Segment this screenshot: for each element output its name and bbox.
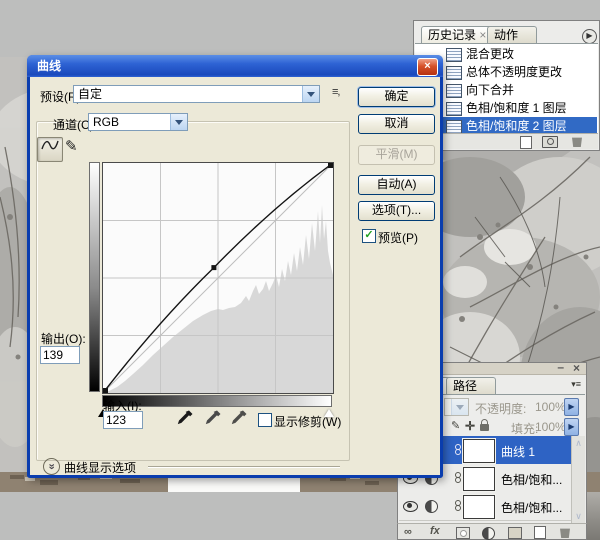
mask-link-icon — [455, 500, 461, 511]
layer-name: 曲线 1 — [501, 443, 535, 460]
layers-scrollbar[interactable]: ∧ ∨ — [571, 436, 585, 523]
opacity-label: 不透明度: — [475, 400, 526, 417]
curve-display-options-expander-icon[interactable]: » — [43, 458, 60, 475]
photoshop-workspace: ▶ 历史记录 × 动作 混合更改 总体不透明度更改 向下合并 色相/饱和度 1 — [0, 0, 600, 540]
dialog-body: 预设(R): 自定 ≡, 确定 取消 平滑(M) 自动(A) 选项(T)... … — [30, 77, 440, 475]
adjustment-layer-icon — [425, 500, 438, 513]
mask-link-icon — [455, 444, 461, 455]
delete-state-icon[interactable] — [572, 136, 582, 147]
close-icon[interactable]: × — [417, 58, 438, 76]
white-point-eyedropper-icon[interactable] — [230, 409, 248, 427]
delete-layer-icon[interactable] — [560, 527, 570, 538]
history-state-row[interactable]: 总体不透明度更改 — [416, 63, 597, 81]
fill-value: 100% — [535, 420, 566, 434]
layer-mask-thumbnail[interactable] — [463, 495, 495, 519]
chevron-down-icon — [170, 114, 187, 130]
output-gradient-bar — [89, 162, 100, 392]
new-document-from-state-icon[interactable] — [520, 136, 532, 149]
history-state-row[interactable]: 色相/饱和度 1 图层 — [416, 99, 597, 117]
tab-close-icon[interactable]: × — [479, 28, 486, 42]
preset-value: 自定 — [78, 87, 102, 101]
history-state-icon — [446, 84, 462, 98]
new-adjustment-layer-icon[interactable] — [482, 527, 495, 540]
fill-slider-arrow-icon[interactable]: ▶ — [564, 418, 579, 436]
new-layer-icon[interactable] — [534, 526, 546, 539]
lock-position-move-icon[interactable]: ✛ — [465, 419, 475, 433]
minimize-icon[interactable]: – — [557, 360, 564, 374]
curve-endpoint-shadow — [103, 388, 108, 393]
output-label: 输出(O): — [41, 330, 86, 347]
layer-style-fx-icon[interactable]: fx — [430, 525, 440, 537]
new-snapshot-icon[interactable] — [542, 136, 558, 148]
add-layer-mask-icon[interactable] — [456, 527, 470, 539]
new-group-folder-icon[interactable] — [508, 527, 522, 539]
curve-control-point — [211, 265, 216, 270]
cancel-button[interactable]: 取消 — [358, 114, 435, 134]
black-point-eyedropper-icon[interactable] — [176, 409, 194, 427]
ok-button[interactable]: 确定 — [358, 87, 435, 107]
curve-grid[interactable] — [102, 162, 334, 394]
layer-row-hue-sat-1[interactable]: 色相/饱和... — [399, 492, 572, 521]
gray-point-eyedropper-icon[interactable] — [204, 409, 222, 427]
history-state-icon — [446, 120, 462, 134]
document-photo-edge — [585, 492, 600, 540]
history-state-icon — [446, 48, 462, 62]
eye-icon[interactable] — [403, 501, 418, 512]
edit-points-curve-icon[interactable] — [37, 137, 63, 162]
auto-button[interactable]: 自动(A) — [358, 175, 435, 195]
layer-mask-thumbnail[interactable] — [463, 439, 495, 463]
history-state-icon — [446, 102, 462, 116]
show-clipping-label: 显示修剪(W) — [274, 413, 341, 430]
dialog-title: 曲线 — [37, 59, 61, 73]
show-clipping-checkbox[interactable] — [258, 413, 272, 427]
channel-value: RGB — [93, 115, 119, 129]
divider — [148, 466, 340, 467]
layer-name: 色相/饱和... — [501, 471, 562, 488]
channel-select[interactable]: RGB — [88, 113, 188, 131]
tab-history[interactable]: 历史记录 × — [421, 26, 497, 44]
preset-options-icon[interactable]: ≡, — [332, 86, 339, 98]
input-field[interactable] — [103, 411, 143, 429]
lock-transparency-brush-icon[interactable]: ✎ — [451, 419, 460, 432]
tab-paths[interactable]: 路径 — [446, 377, 496, 395]
preset-select[interactable]: 自定 — [73, 85, 320, 103]
opacity-slider-arrow-icon[interactable]: ▶ — [564, 398, 579, 416]
preview-checkbox[interactable]: ✓ — [362, 229, 376, 243]
curve-display-options-label: 曲线显示选项 — [64, 459, 136, 476]
options-button[interactable]: 选项(T)... — [358, 201, 435, 221]
close-icon[interactable]: × — [573, 361, 580, 375]
mask-link-icon — [455, 472, 461, 483]
smooth-button: 平滑(M) — [358, 145, 435, 165]
curve-endpoint-highlight — [328, 163, 333, 168]
history-state-icon — [446, 66, 462, 80]
palette-menu-icon[interactable]: ▶ — [582, 29, 597, 44]
scroll-up-icon[interactable]: ∧ — [572, 438, 585, 449]
layer-name: 色相/饱和... — [501, 499, 562, 516]
link-layers-icon[interactable]: ∞ — [404, 526, 412, 538]
layer-mask-thumbnail[interactable] — [463, 467, 495, 491]
curves-dialog: 曲线 × 预设(R): 自定 ≡, 确定 取消 平滑(M) 自动(A) 选项(T… — [27, 55, 443, 478]
lock-all-icon[interactable] — [480, 424, 489, 431]
chevron-down-icon — [302, 86, 319, 102]
blend-mode-select[interactable] — [444, 398, 469, 416]
chevron-down-icon — [451, 399, 468, 415]
history-state-row[interactable]: 向下合并 — [416, 81, 597, 99]
history-state-row[interactable]: 混合更改 — [416, 45, 597, 63]
preview-label: 预览(P) — [378, 229, 418, 246]
output-field[interactable] — [40, 346, 80, 364]
draw-pencil-icon[interactable]: ✎ — [65, 137, 78, 155]
opacity-value: 100% — [535, 400, 566, 414]
tab-actions[interactable]: 动作 — [487, 26, 537, 44]
layers-bottom-bar: ∞ fx — [397, 523, 587, 540]
dialog-titlebar[interactable]: 曲线 × — [27, 55, 443, 77]
scroll-down-icon[interactable]: ∨ — [572, 511, 585, 522]
panel-menu-icon[interactable]: ▾≡ — [571, 379, 581, 390]
